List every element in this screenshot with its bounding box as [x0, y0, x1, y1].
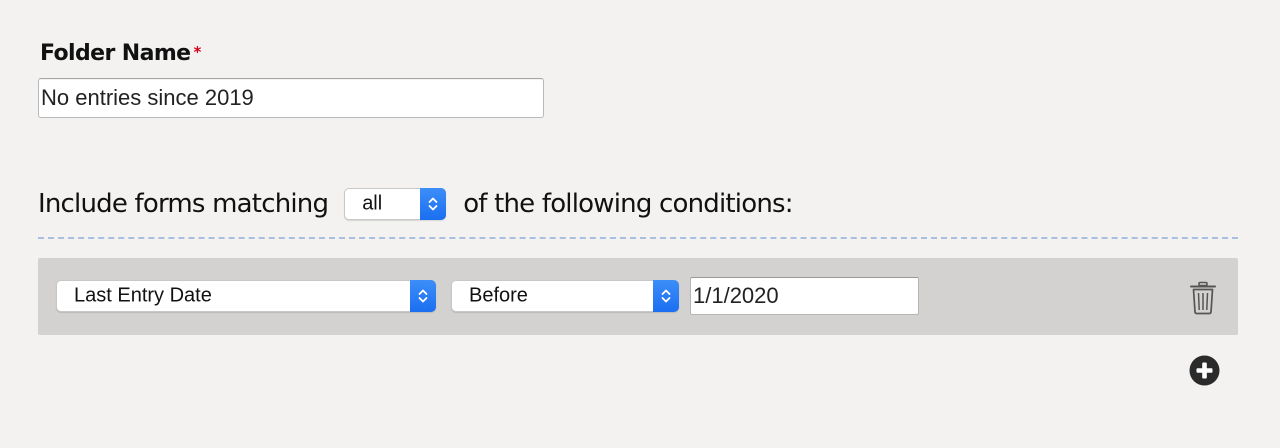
- folder-name-label-text: Folder Name: [40, 41, 191, 66]
- condition-field-value: Last Entry Date: [74, 284, 212, 307]
- folder-name-label: Folder Name *: [40, 41, 201, 66]
- chevron-up-down-icon: [420, 188, 447, 220]
- condition-operator-select[interactable]: Before: [451, 280, 679, 312]
- match-mode-value: all: [362, 192, 383, 215]
- folder-name-input[interactable]: [38, 78, 544, 118]
- trash-icon[interactable]: [1189, 281, 1217, 315]
- match-condition-row: Include forms matching all of the follow…: [38, 184, 794, 224]
- match-mode-select[interactable]: all: [344, 188, 447, 220]
- smart-folder-form: Folder Name* Include forms matching all …: [0, 0, 1280, 448]
- plus-circle-icon[interactable]: [1189, 355, 1220, 386]
- condition-operator-value: Before: [469, 284, 528, 307]
- chevron-up-down-icon: [653, 280, 679, 312]
- match-suffix-text: of the following conditions:: [463, 189, 793, 219]
- chevron-up-down-icon: [410, 280, 436, 312]
- match-prefix-text: Include forms matching: [38, 189, 329, 219]
- section-divider: [38, 237, 1238, 239]
- condition-row: Last Entry Date Before: [38, 258, 1238, 335]
- condition-value-input[interactable]: [690, 277, 919, 315]
- required-marker: *: [193, 43, 201, 61]
- condition-field-select[interactable]: Last Entry Date: [56, 280, 436, 312]
